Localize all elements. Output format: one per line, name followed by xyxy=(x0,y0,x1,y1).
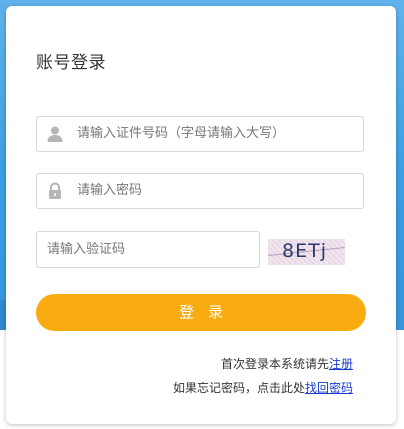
captcha-code: 8ETj xyxy=(282,240,327,262)
forgot-password-line: 如果忘记密码，点击此处找回密码 xyxy=(173,379,353,396)
id-number-input[interactable]: 请输入证件号码（字母请输入大写） xyxy=(36,116,364,152)
login-title: 账号登录 xyxy=(36,53,106,73)
forgot-prefix: 如果忘记密码，点击此处 xyxy=(172,381,305,395)
register-line: 首次登录本系统请先注册 xyxy=(221,355,353,372)
captcha-placeholder: 请输入验证码 xyxy=(47,242,126,257)
register-link[interactable]: 注册 xyxy=(329,357,353,371)
lock-icon xyxy=(46,182,64,200)
register-prefix: 首次登录本系统请先 xyxy=(220,357,329,371)
login-card: 账号登录 请输入证件号码（字母请输入大写） 请输入密码 请输入验证码 8ETj … xyxy=(6,6,396,424)
id-number-placeholder: 请输入证件号码（字母请输入大写） xyxy=(77,126,286,141)
forgot-password-link[interactable]: 找回密码 xyxy=(305,381,353,395)
captcha-image[interactable]: 8ETj xyxy=(268,239,345,265)
page: 账号登录 请输入证件号码（字母请输入大写） 请输入密码 请输入验证码 8ETj … xyxy=(0,0,404,429)
captcha-input[interactable]: 请输入验证码 xyxy=(36,231,260,268)
user-icon xyxy=(46,125,64,143)
password-input[interactable]: 请输入密码 xyxy=(36,173,364,209)
login-button[interactable]: 登录 xyxy=(36,294,366,331)
password-placeholder: 请输入密码 xyxy=(77,183,143,198)
